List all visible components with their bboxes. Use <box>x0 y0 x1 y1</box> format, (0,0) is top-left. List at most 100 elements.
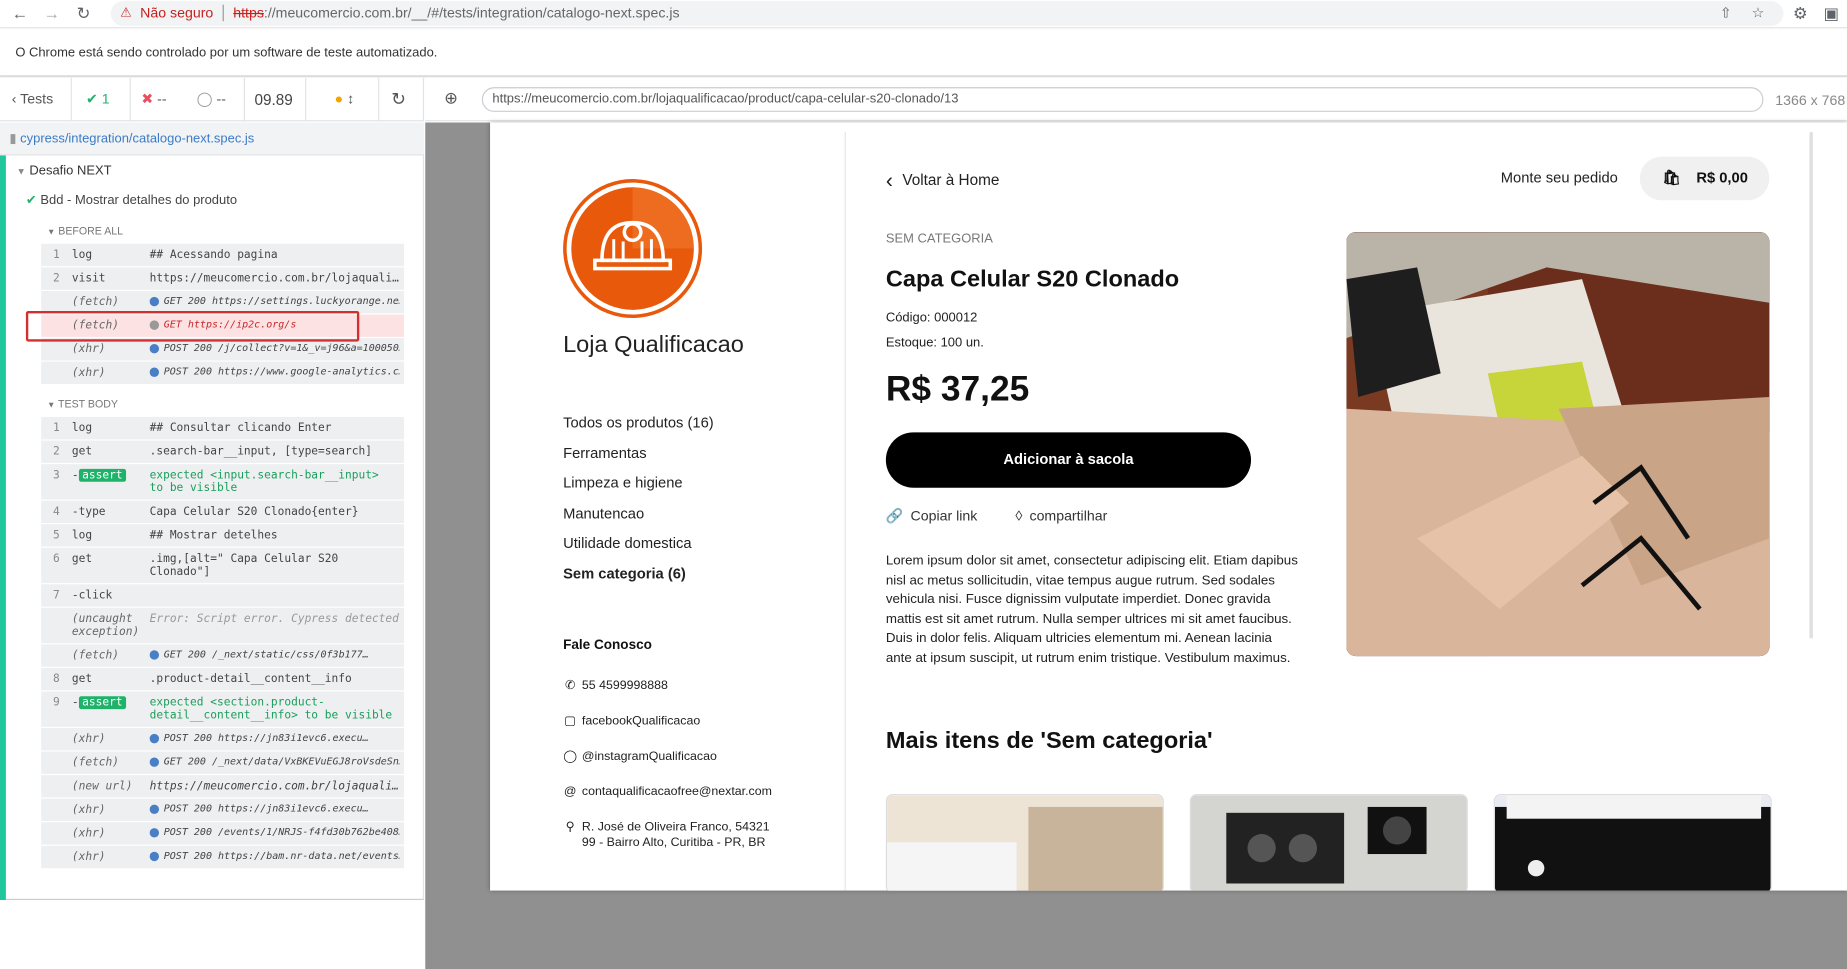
facebook-row[interactable]: ▢ facebookQualificacao <box>563 714 700 728</box>
spec-file-path[interactable]: ▮ cypress/integration/catalogo-next.spec… <box>0 122 425 156</box>
forward-arrow-icon[interactable]: → <box>44 4 60 23</box>
share-button[interactable]: ◊ compartilhar <box>1015 508 1107 524</box>
command-message: ## Acessando pagina <box>150 249 400 262</box>
star-icon[interactable]: ☆ <box>1752 1 1765 26</box>
command-number: 1 <box>53 421 60 435</box>
category-menu-item[interactable]: Todos os produtos (16) <box>563 415 714 431</box>
scrollbar[interactable] <box>1809 131 1813 639</box>
before-all-label: BEFORE ALL <box>58 224 124 237</box>
instagram-icon: ◯ <box>563 749 578 764</box>
command-row[interactable]: 1 log ## Acessando pagina <box>41 243 405 267</box>
command-row[interactable]: (xhr) POST 200 https://bam.nr-data.net/ev… <box>41 845 405 869</box>
chevron-left-icon: ‹ <box>11 90 17 108</box>
helmet-icon <box>571 187 694 310</box>
command-row[interactable]: (uncaught Error: Script error. Cypress de… <box>41 607 405 644</box>
related-product-card[interactable] <box>1493 793 1772 891</box>
test-title[interactable]: ✔ Bdd - Mostrar detalhes do produto <box>26 192 237 207</box>
more-items-title: Mais itens de 'Sem categoria' <box>885 728 1213 754</box>
command-message-text: POST 200 https://bam.nr-data.net/events… <box>163 850 400 863</box>
command-row[interactable]: 8 get .product-detail__content__info <box>41 667 405 691</box>
command-row[interactable]: 4 -type Capa Celular S20 Clonado{enter} <box>41 500 405 524</box>
command-row[interactable]: (fetch) GET 200 /_next/data/VxBKEVuEGJ8ro… <box>41 751 405 774</box>
copy-link-button[interactable]: 🔗 Copiar link <box>886 508 977 524</box>
test-body-label: TEST BODY <box>58 398 118 410</box>
order-label: Monte seu pedido <box>1500 169 1618 187</box>
command-row[interactable]: (new url) https://meucomercio.com.br/loja… <box>41 775 405 798</box>
contact-title: Fale Conosco <box>563 638 652 653</box>
x-icon: ✖ <box>141 90 154 108</box>
crosshair-icon[interactable]: ⊕ <box>444 88 458 108</box>
command-name: visit <box>71 272 106 286</box>
back-arrow-icon[interactable]: ← <box>12 4 28 23</box>
status-dot-icon <box>149 366 160 377</box>
status-dot-icon <box>149 851 160 861</box>
link-icon: 🔗 <box>885 507 904 525</box>
category-menu-item[interactable]: Ferramentas <box>563 445 646 461</box>
command-message-text: https://meucomercio.com.br/lojaquali… <box>149 272 399 286</box>
test-body-header[interactable]: ▼ TEST BODY <box>47 398 118 410</box>
category-menu-item[interactable]: Limpeza e higiene <box>563 475 683 491</box>
add-to-bag-button[interactable]: Adicionar à sacola <box>885 432 1252 488</box>
command-row[interactable]: (fetch) GET 200 /_next/static/css/0f3b177… <box>41 644 405 667</box>
command-row[interactable]: 2 visit https://meucomercio.com.br/lojaqua… <box>41 267 405 290</box>
auto-scroll-toggle[interactable]: ● ↕ <box>306 77 380 122</box>
address-row: ⚲ R. José de Oliveira Franco, 54321 <box>563 820 770 834</box>
extensions-icon[interactable]: ⚙ <box>1793 4 1808 23</box>
command-message: POST 200 https://jn83i1evc6.execu… <box>149 803 400 816</box>
command-name: (fetch) <box>71 295 120 309</box>
email-row[interactable]: @ contaqualificacaofree@nextar.com <box>563 785 772 799</box>
tests-button[interactable]: ‹ Tests <box>0 77 72 122</box>
command-name: (xhr) <box>71 803 106 817</box>
command-row[interactable]: (xhr) POST 200 https://jn83i1evc6.execu… <box>41 798 405 822</box>
command-row[interactable]: (xhr) POST 200 /events/1/NRJS-f4fd30b762b… <box>41 822 405 845</box>
rerun-button[interactable]: ↻ <box>379 78 424 122</box>
suite-title[interactable]: ▼ Desafio NEXT <box>16 164 111 178</box>
assert-badge: assert <box>78 696 127 710</box>
command-message-cont: to be visible <box>149 481 238 495</box>
command-message-text: ## Acessando pagina <box>149 248 278 262</box>
aut-url-bar[interactable]: https://meucomercio.com.br/lojaqualifica… <box>481 87 1764 112</box>
category-menu-item[interactable]: Manutencao <box>563 505 644 521</box>
command-message: POST 200 https://www.google-analytics.c… <box>149 366 399 378</box>
command-row[interactable]: 9- assert expected <section.product-detail… <box>41 691 405 727</box>
command-message-text: POST 200 https://jn83i1evc6.execu… <box>163 803 369 816</box>
related-product-card[interactable] <box>1189 793 1468 891</box>
command-row[interactable]: (xhr) POST 200 https://www.google-analyti… <box>41 361 405 385</box>
store-logo[interactable] <box>563 179 703 319</box>
command-name: -click <box>71 589 113 602</box>
category-menu-item[interactable]: Utilidade domestica <box>563 535 692 551</box>
status-stripe <box>0 155 6 900</box>
command-message-text: GET 200 /_next/data/VxBKEVuEGJ8roVsdeSn… <box>163 756 400 769</box>
related-product-card[interactable] <box>885 793 1164 891</box>
back-home-link[interactable]: ‹ Voltar à Home <box>886 168 1000 193</box>
tests-label: Tests <box>20 90 54 108</box>
before-all-header[interactable]: ▼ BEFORE ALL <box>47 225 123 237</box>
command-name: (xhr) <box>71 850 106 864</box>
phone-row[interactable]: ✆ 55 4599998888 <box>563 679 668 693</box>
reload-icon[interactable]: ↻ <box>77 4 91 23</box>
address-bar[interactable]: ⚠ Não seguro https://meucomercio.com.br/… <box>110 1 1784 26</box>
browser-toolbar: ← → ↻ ⚠ Não seguro https://meucomercio.c… <box>0 0 1847 29</box>
command-row[interactable]: 1 log ## Consultar clicando Enter <box>41 417 405 440</box>
product-image[interactable] <box>1346 232 1770 657</box>
bag-icon: 🛍 <box>1662 169 1681 187</box>
aut-header: ⊕ https://meucomercio.com.br/lojaqualifi… <box>425 77 1847 122</box>
check-icon: ✔ <box>25 193 37 208</box>
sidebar-icon[interactable]: ▣ <box>1824 4 1840 23</box>
cart-button[interactable]: 🛍 R$ 0,00 <box>1639 156 1770 201</box>
command-row[interactable]: 7 -click <box>41 584 405 607</box>
command-message: ## Consultar clicando Enter <box>150 422 400 435</box>
command-message: GET 200 /_next/data/VxBKEVuEGJ8roVsdeSn… <box>149 756 400 769</box>
category-menu-item[interactable]: Sem categoria (6) <box>563 565 686 581</box>
command-row[interactable]: 2 get .search-bar__input, [type=search] <box>41 440 405 463</box>
not-secure-label: Não seguro <box>140 4 214 22</box>
command-number: 3 <box>53 468 60 482</box>
command-row[interactable]: 3- assert expected <input.search-bar__inpu… <box>41 464 405 500</box>
command-row[interactable]: 5 log ## Mostrar detelhes <box>41 524 405 547</box>
file-icon: ▮ <box>9 131 17 147</box>
share-icon[interactable]: ⇧ <box>1720 1 1732 26</box>
command-row[interactable]: (xhr) POST 200 https://jn83i1evc6.execu… <box>41 728 405 751</box>
command-row[interactable]: 6 get .img,[alt=" Capa Celular S20 Clonado"… <box>41 547 405 584</box>
instagram-row[interactable]: ◯ @instagramQualificacao <box>563 749 717 763</box>
command-row[interactable]: (fetch) GET 200 https://settings.luckyora… <box>41 290 405 314</box>
